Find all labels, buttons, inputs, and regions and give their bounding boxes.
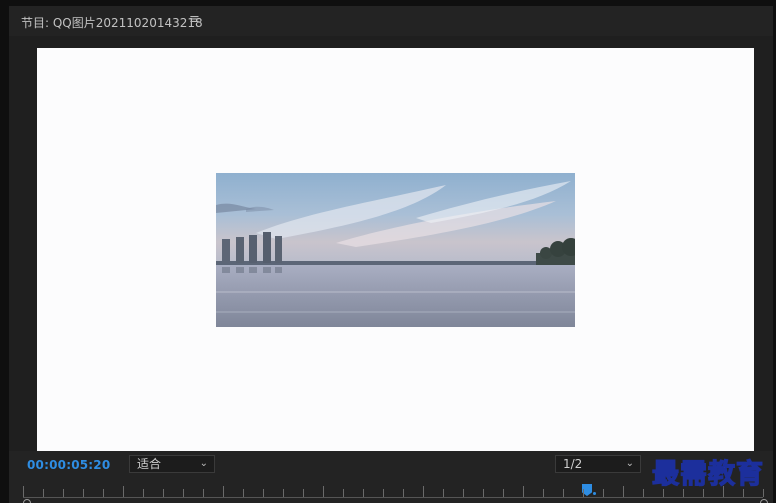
in-point-handle[interactable]: [23, 499, 31, 503]
ruler-tick: [463, 489, 464, 497]
time-ruler-baseline: [23, 497, 763, 498]
zoom-level-value: 适合: [137, 457, 162, 471]
playback-resolution-select[interactable]: 1/2 ⌄: [555, 455, 641, 473]
ruler-tick: [363, 489, 364, 497]
ruler-tick: [443, 489, 444, 497]
ruler-tick: [103, 489, 104, 497]
program-monitor-viewer[interactable]: [37, 48, 754, 451]
chevron-down-icon: ⌄: [625, 458, 634, 469]
ruler-tick: [143, 489, 144, 497]
ruler-tick: [623, 486, 624, 497]
zoom-level-select[interactable]: 适合 ⌄: [129, 455, 215, 473]
ruler-tick: [543, 489, 544, 497]
ruler-tick: [343, 489, 344, 497]
panel-left-border: [0, 6, 9, 503]
chevron-down-icon: ⌄: [199, 458, 208, 469]
ruler-tick: [23, 486, 24, 497]
panel-title[interactable]: 节目: QQ图片20211020143218: [21, 14, 203, 31]
ruler-tick: [403, 489, 404, 497]
lake-skyline-image: [216, 173, 575, 327]
playhead-dot: [593, 492, 596, 495]
out-point-handle[interactable]: [760, 499, 768, 503]
ruler-tick: [303, 489, 304, 497]
ruler-tick: [203, 489, 204, 497]
ruler-tick: [483, 489, 484, 497]
ruler-tick: [383, 489, 384, 497]
ruler-tick: [123, 486, 124, 497]
ruler-tick: [63, 489, 64, 497]
ruler-tick: [183, 489, 184, 497]
watermark-logo: 最需教育: [651, 458, 764, 490]
ruler-tick: [603, 489, 604, 497]
ruler-tick: [423, 486, 424, 497]
ruler-tick: [643, 489, 644, 497]
ruler-tick: [43, 489, 44, 497]
ruler-tick: [503, 489, 504, 497]
video-frame: [216, 173, 575, 327]
ruler-tick: [243, 489, 244, 497]
panel-menu-icon[interactable]: ≡: [189, 12, 200, 27]
ruler-tick: [223, 486, 224, 497]
ruler-tick: [283, 489, 284, 497]
playhead-timecode[interactable]: 00:00:05:20: [27, 458, 110, 472]
ruler-tick: [263, 489, 264, 497]
ruler-tick: [563, 489, 564, 497]
ruler-tick: [83, 489, 84, 497]
ruler-tick: [583, 489, 584, 497]
ruler-tick: [163, 489, 164, 497]
ruler-tick: [523, 486, 524, 497]
playback-resolution-value: 1/2: [563, 457, 583, 471]
ruler-tick: [323, 486, 324, 497]
